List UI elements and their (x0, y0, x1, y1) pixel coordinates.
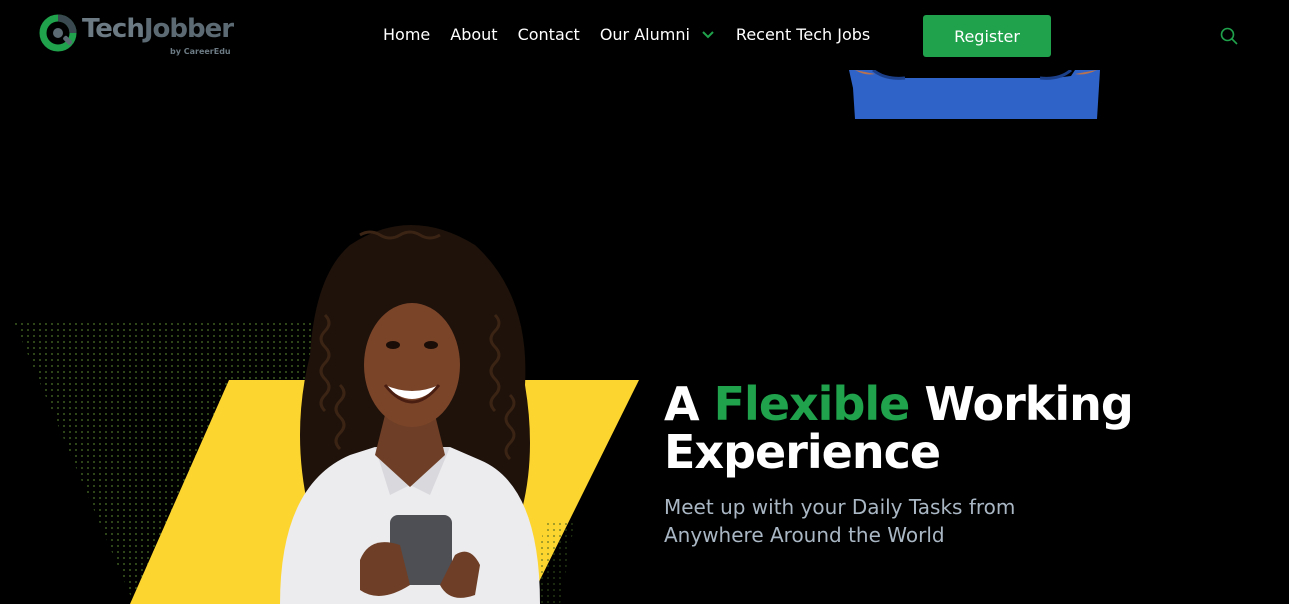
previous-slide-person-image (849, 70, 1100, 119)
headline-highlight-word: Flexible (713, 377, 911, 431)
hero-subtext: Meet up with your Daily Tasks from Anywh… (664, 493, 1084, 549)
top-navbar: TechJobber by CareerEdu Home About Conta… (0, 0, 1289, 70)
nav-recent-tech-jobs-link[interactable]: Recent Tech Jobs (736, 25, 870, 44)
logo-mark-icon (39, 14, 77, 52)
site-logo[interactable]: TechJobber by CareerEdu (39, 14, 244, 58)
headline-word-working: Working (909, 377, 1133, 431)
logo-wordmark: TechJobber (82, 14, 234, 44)
headline-word-a: A (664, 377, 714, 431)
hero-subtext-line2: Anywhere Around the World (664, 523, 945, 547)
hero-headline: A Flexible Working Experience (664, 380, 1224, 476)
nav-contact-link[interactable]: Contact (518, 25, 580, 44)
logo-word-jobber: Jobber (143, 14, 234, 44)
nav-our-alumni-link[interactable]: Our Alumni (600, 25, 690, 44)
search-icon[interactable] (1219, 26, 1239, 46)
hero-subtext-line1: Meet up with your Daily Tasks from (664, 495, 1016, 519)
register-button[interactable]: Register (923, 15, 1051, 57)
nav-about-link[interactable]: About (450, 25, 497, 44)
logo-subtitle: by CareerEdu (170, 47, 231, 56)
logo-word-tech: Tech (82, 14, 145, 44)
nav-home-link[interactable]: Home (383, 25, 430, 44)
chevron-down-icon[interactable] (700, 27, 716, 43)
headline-line2: Experience (664, 425, 941, 479)
main-nav: Home About Contact Our Alumni Recent Tec… (383, 25, 890, 44)
smiling-woman-with-phone-image (280, 225, 540, 604)
nav-our-alumni-dropdown[interactable]: Our Alumni (600, 25, 716, 44)
